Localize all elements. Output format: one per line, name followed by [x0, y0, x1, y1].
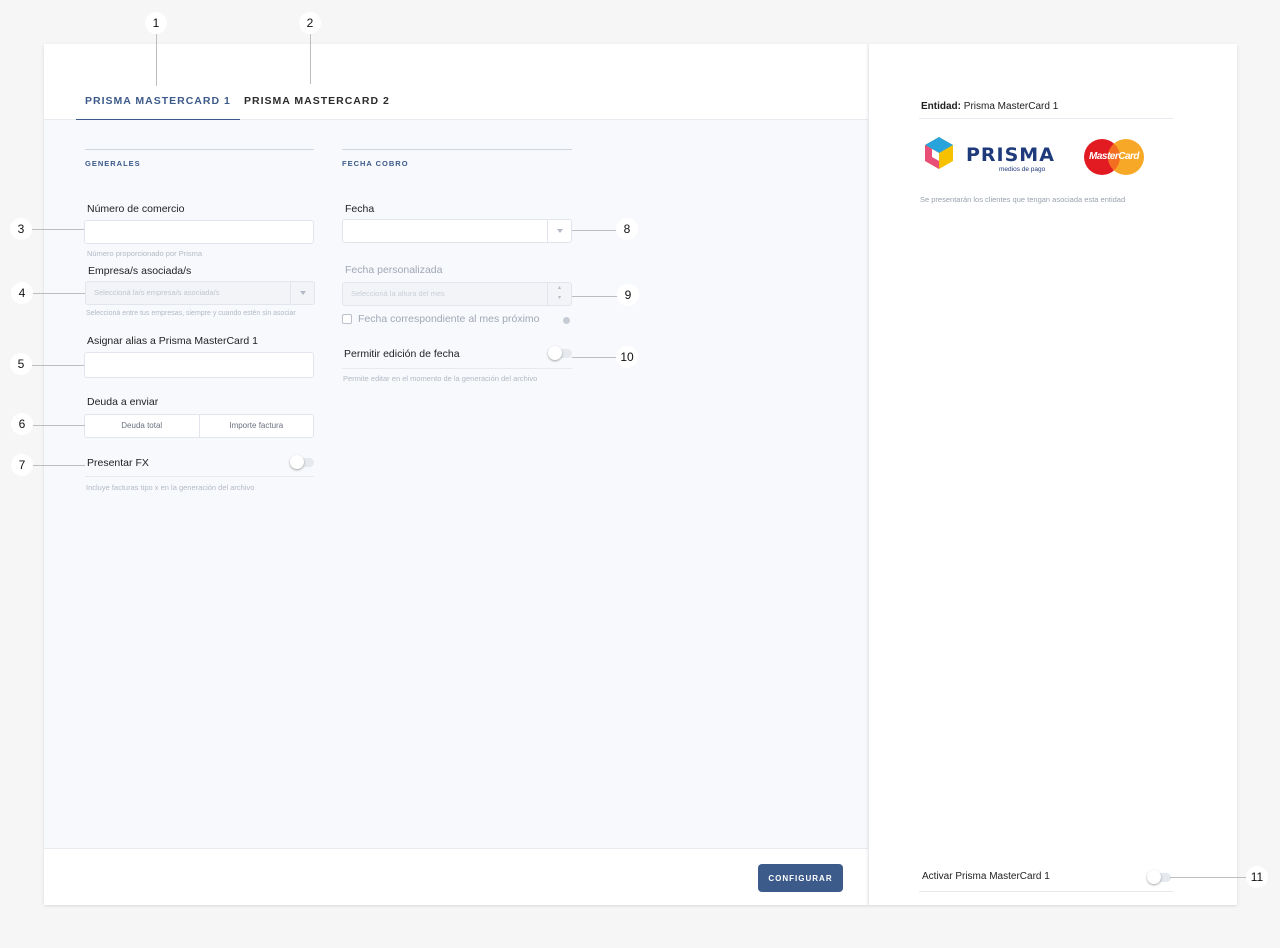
activate-label: Activar Prisma MasterCard 1 [922, 871, 1050, 882]
spinner-icon[interactable]: ▴ ▾ [547, 283, 571, 305]
entity-value: Prisma MasterCard 1 [963, 101, 1059, 112]
callout-line [33, 465, 85, 466]
configure-button[interactable]: CONFIGURAR [758, 864, 843, 892]
importe-factura-option[interactable]: Importe factura [198, 415, 314, 437]
callout-marker: 6 [11, 413, 33, 435]
callout-line [32, 229, 84, 230]
entity-line: Entidad: Prisma MasterCard 1 [921, 101, 1058, 112]
callout-marker: 8 [616, 218, 638, 240]
fecha-select[interactable] [342, 219, 572, 243]
callout-line [33, 293, 85, 294]
callout-line [1170, 877, 1247, 878]
presentar-fx-label: Presentar FX [87, 457, 149, 469]
callout-marker: 3 [10, 218, 32, 240]
mes-proximo-label: Fecha correspondiente al mes próximo [358, 313, 540, 325]
section-title-generales: GENERALES [85, 149, 314, 168]
callout-line [572, 230, 617, 231]
chevron-down-icon [547, 220, 571, 242]
empresas-help: Seleccioná entre tus empresas, siempre y… [86, 310, 296, 317]
prisma-logo-icon [925, 137, 953, 169]
callout-line [32, 365, 84, 366]
divider [85, 476, 314, 477]
callout-marker: 11 [1246, 866, 1268, 888]
deuda-total-option[interactable]: Deuda total [85, 415, 199, 437]
entity-description: Se presentarán los clientes que tengan a… [920, 195, 1126, 204]
permitir-edicion-label: Permitir edición de fecha [344, 348, 460, 360]
presentar-fx-toggle[interactable] [290, 455, 314, 469]
numero-comercio-help: Número proporcionado por Prisma [87, 249, 203, 258]
callout-line [156, 34, 157, 86]
divider [919, 118, 1173, 119]
empresas-select[interactable]: Seleccioná la/s empresa/s asociada/s [85, 281, 315, 305]
alias-input[interactable] [84, 352, 314, 378]
presentar-fx-help: Incluye facturas tipo x en la generación… [86, 483, 255, 492]
info-icon[interactable] [563, 317, 570, 324]
callout-marker: 7 [11, 454, 33, 476]
deuda-label: Deuda a enviar [87, 396, 159, 408]
divider [342, 368, 572, 369]
callout-marker: 4 [11, 282, 33, 304]
alias-label: Asignar alias a Prisma MasterCard 1 [87, 335, 258, 347]
callout-line [33, 425, 85, 426]
tab-prisma-mastercard-1[interactable]: PRISMA MASTERCARD 1 [76, 86, 240, 120]
callout-line [572, 357, 617, 358]
callout-line [572, 296, 617, 297]
tab-prisma-mastercard-2[interactable]: PRISMA MASTERCARD 2 [235, 86, 399, 120]
callout-marker: 2 [299, 12, 321, 34]
empresas-label: Empresa/s asociada/s [88, 265, 192, 277]
permitir-edicion-help: Permite editar en el momento de la gener… [343, 374, 538, 383]
callout-marker: 9 [617, 284, 639, 306]
divider [919, 891, 1173, 892]
fecha-personalizada-label: Fecha personalizada [345, 264, 443, 276]
chevron-down-icon [290, 282, 314, 304]
callout-marker: 10 [616, 346, 638, 368]
prisma-logo-text: PRISMA [966, 144, 1055, 166]
permitir-edicion-toggle[interactable] [548, 346, 572, 360]
numero-comercio-label: Número de comercio [87, 203, 185, 215]
tabs-bar: PRISMA MASTERCARD 1 PRISMA MASTERCARD 2 [44, 44, 868, 120]
mastercard-logo-text: MasterCard [1088, 151, 1140, 162]
entity-label: Entidad: [921, 101, 961, 112]
entity-panel: Entidad: Prisma MasterCard 1 PRISMA medi… [868, 44, 1237, 905]
deuda-segmented-control: Deuda total Importe factura [84, 414, 314, 438]
fecha-personalizada-placeholder: Seleccioná la altura del mes [351, 289, 445, 298]
callout-marker: 1 [145, 12, 167, 34]
fecha-label: Fecha [345, 203, 375, 215]
mes-proximo-checkbox[interactable] [342, 314, 352, 324]
footer-bar: CONFIGURAR [44, 848, 868, 905]
callout-marker: 5 [10, 353, 32, 375]
callout-line [310, 34, 311, 84]
empresas-placeholder: Seleccioná la/s empresa/s asociada/s [94, 288, 220, 297]
prisma-logo-subtext: medios de pago [999, 166, 1046, 173]
section-title-fecha-cobro: FECHA COBRO [342, 149, 572, 168]
activate-toggle[interactable] [1147, 870, 1171, 884]
config-panel: PRISMA MASTERCARD 1 PRISMA MASTERCARD 2 … [44, 44, 868, 905]
numero-comercio-input[interactable] [84, 220, 314, 244]
fecha-personalizada-input[interactable]: Seleccioná la altura del mes ▴ ▾ [342, 282, 572, 306]
